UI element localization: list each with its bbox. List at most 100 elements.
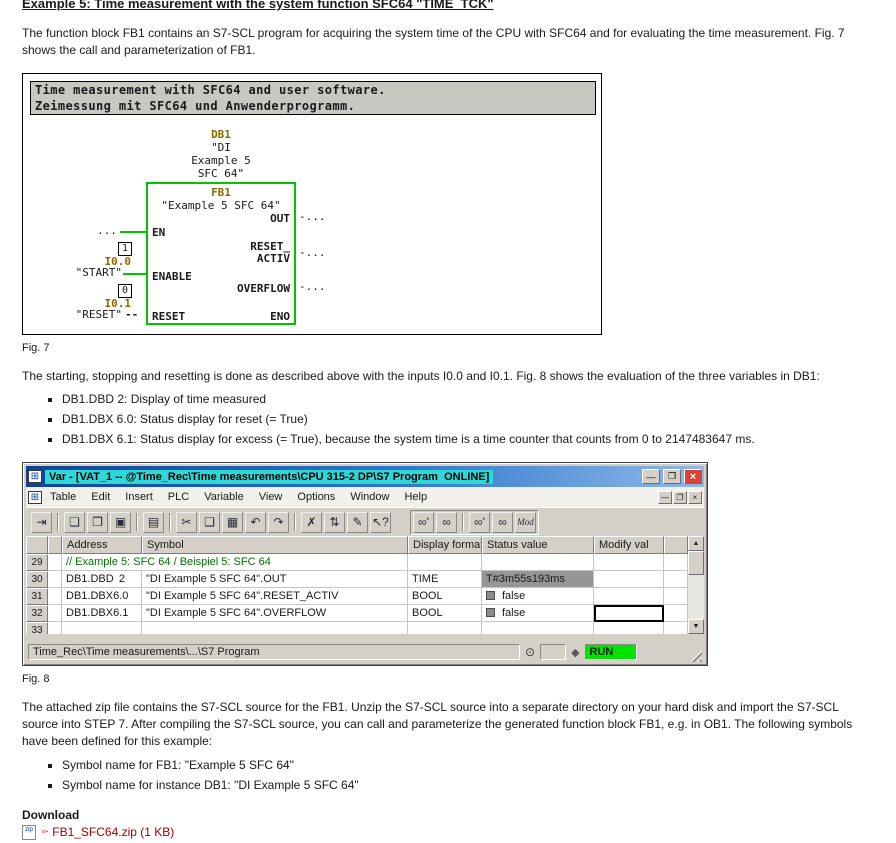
address-text: DB1.DBD: [66, 573, 114, 585]
value-cell[interactable]: [482, 622, 594, 634]
modify-cell[interactable]: [594, 588, 664, 605]
status-column-header[interactable]: [48, 536, 62, 554]
reset-activ-dots: -...: [299, 246, 326, 259]
zip-download-link[interactable]: FB1_SFC64.zip (1 KB): [52, 825, 174, 839]
table-row[interactable]: 29 // Example 5: SFC 64 / Beispiel 5: SF…: [26, 554, 688, 571]
active-modify-cell[interactable]: [594, 605, 664, 622]
pin-enable: ENABLE: [152, 270, 192, 283]
menu-plc[interactable]: PLC: [161, 489, 196, 505]
address-cell[interactable]: DB1.DBD2: [62, 571, 142, 588]
column-header-symbol[interactable]: Symbol: [142, 536, 408, 554]
fig7-caption: Fig. 7: [22, 342, 874, 354]
mdi-restore-button[interactable]: ❐: [673, 491, 687, 504]
reset-dashes: --: [125, 308, 138, 321]
download-row: zip ♂ FB1_SFC64.zip (1 KB): [22, 825, 874, 840]
close-button[interactable]: ×: [684, 469, 702, 484]
address-cell[interactable]: DB1.DBX6.1: [62, 605, 142, 622]
modify-mod-icon[interactable]: Mod: [515, 512, 536, 533]
vertical-scrollbar[interactable]: ▲ ▼: [688, 536, 704, 634]
banner-line-de: Zeimessung mit SFC64 und Anwenderprogram…: [35, 98, 591, 114]
variable-table: Address Symbol Display format Status val…: [26, 536, 688, 634]
menu-window[interactable]: Window: [343, 489, 396, 505]
cut-icon[interactable]: ✂: [176, 512, 197, 533]
symbol-cell[interactable]: "DI Example 5 SFC 64".OVERFLOW: [142, 605, 408, 622]
row-number[interactable]: 31: [26, 588, 48, 605]
menu-view[interactable]: View: [252, 489, 290, 505]
table-row[interactable]: 30 DB1.DBD2 "DI Example 5 SFC 64".OUT TI…: [26, 571, 688, 588]
symbol-cell[interactable]: "DI Example 5 SFC 64".OUT: [142, 571, 408, 588]
reset-symbol: "RESET": [53, 308, 122, 321]
connection-status-icon: ⊙: [525, 645, 535, 659]
menu-variable[interactable]: Variable: [197, 489, 251, 505]
column-header-address[interactable]: Address: [62, 536, 142, 554]
menu-options[interactable]: Options: [290, 489, 342, 505]
open-icon[interactable]: ❐: [87, 512, 108, 533]
menu-help[interactable]: Help: [397, 489, 434, 505]
save-icon[interactable]: ▣: [110, 512, 131, 533]
column-header-value[interactable]: Status value: [482, 536, 594, 554]
comment-cell[interactable]: // Example 5: SFC 64 / Beispiel 5: SFC 6…: [62, 554, 408, 571]
row-number[interactable]: 29: [26, 554, 48, 571]
format-cell[interactable]: BOOL: [408, 588, 482, 605]
paste-icon[interactable]: ▦: [222, 512, 243, 533]
modify-cell[interactable]: [594, 622, 664, 634]
symbol-cell[interactable]: "DI Example 5 SFC 64".RESET_ACTIV: [142, 588, 408, 605]
value-cell[interactable]: [482, 554, 594, 571]
modify-cell[interactable]: [594, 571, 664, 588]
scroll-up-icon[interactable]: ▲: [688, 536, 704, 551]
menu-insert[interactable]: Insert: [118, 489, 160, 505]
scrollbar-thumb[interactable]: [688, 551, 704, 575]
start-symbol: "START": [53, 266, 122, 279]
mdi-minimize-button[interactable]: —: [658, 491, 672, 504]
resize-grip[interactable]: [689, 649, 702, 662]
menu-table[interactable]: Table: [43, 489, 83, 505]
print-icon[interactable]: ▤: [143, 512, 164, 533]
address-cell[interactable]: DB1.DBX6.0: [62, 588, 142, 605]
value-cell[interactable]: false: [482, 588, 594, 605]
help-icon[interactable]: ↖?: [370, 512, 391, 533]
window-titlebar[interactable]: ⊞ Var - [VAT_1 -- @Time_Rec\Time measure…: [26, 466, 704, 487]
dock-icon[interactable]: ⇥: [31, 512, 52, 533]
redo-icon[interactable]: ↷: [268, 512, 289, 533]
value-cell[interactable]: T#3m55s193ms: [482, 571, 594, 588]
format-cell[interactable]: [408, 554, 482, 571]
row-number[interactable]: 30: [26, 571, 48, 588]
column-header-modify[interactable]: Modify val: [594, 536, 664, 554]
row-number[interactable]: 33: [26, 622, 48, 634]
toolbar-separator: [294, 513, 296, 531]
mdi-close-button[interactable]: ×: [688, 491, 702, 504]
reset-value-box: 0: [118, 284, 132, 298]
monitor-once-icon[interactable]: ∞': [413, 512, 434, 533]
minimize-button[interactable]: —: [642, 469, 660, 484]
mdi-child-icon[interactable]: ⊞: [28, 491, 42, 504]
monitor-icon[interactable]: ∞: [436, 512, 457, 533]
new-icon[interactable]: ❏: [64, 512, 85, 533]
row-number[interactable]: 32: [26, 605, 48, 622]
corner-cell[interactable]: [26, 536, 48, 554]
modify-once-icon[interactable]: ∞': [469, 512, 490, 533]
table-row[interactable]: 32 DB1.DBX6.1 "DI Example 5 SFC 64".OVER…: [26, 605, 688, 622]
monitor-group: ∞' ∞ ∞' ∞ Mod: [410, 510, 539, 535]
sort-icon[interactable]: ⇅: [324, 512, 345, 533]
table-row[interactable]: 31 DB1.DBX6.0 "DI Example 5 SFC 64".RESE…: [26, 588, 688, 605]
modify-icon[interactable]: ∞: [492, 512, 513, 533]
table-row[interactable]: 33: [26, 622, 688, 634]
format-cell[interactable]: TIME: [408, 571, 482, 588]
modify-cell[interactable]: [594, 554, 664, 571]
format-cell[interactable]: BOOL: [408, 605, 482, 622]
address-cell[interactable]: [62, 622, 142, 634]
restore-button[interactable]: ❐: [663, 469, 681, 484]
copy-icon[interactable]: ❑: [199, 512, 220, 533]
column-header-format[interactable]: Display format: [408, 536, 482, 554]
scrollbar-track[interactable]: [688, 575, 704, 619]
format-cell[interactable]: [408, 622, 482, 634]
menu-edit[interactable]: Edit: [84, 489, 117, 505]
delete-icon[interactable]: ✗: [301, 512, 322, 533]
key-icon[interactable]: ✎: [347, 512, 368, 533]
undo-icon[interactable]: ↶: [245, 512, 266, 533]
scroll-down-icon[interactable]: ▼: [688, 619, 704, 634]
diagram-banner: Time measurement with SFC64 and user sof…: [30, 81, 596, 115]
symbol-cell[interactable]: [142, 622, 408, 634]
window-gap: [26, 634, 704, 642]
value-cell[interactable]: false: [482, 605, 594, 622]
